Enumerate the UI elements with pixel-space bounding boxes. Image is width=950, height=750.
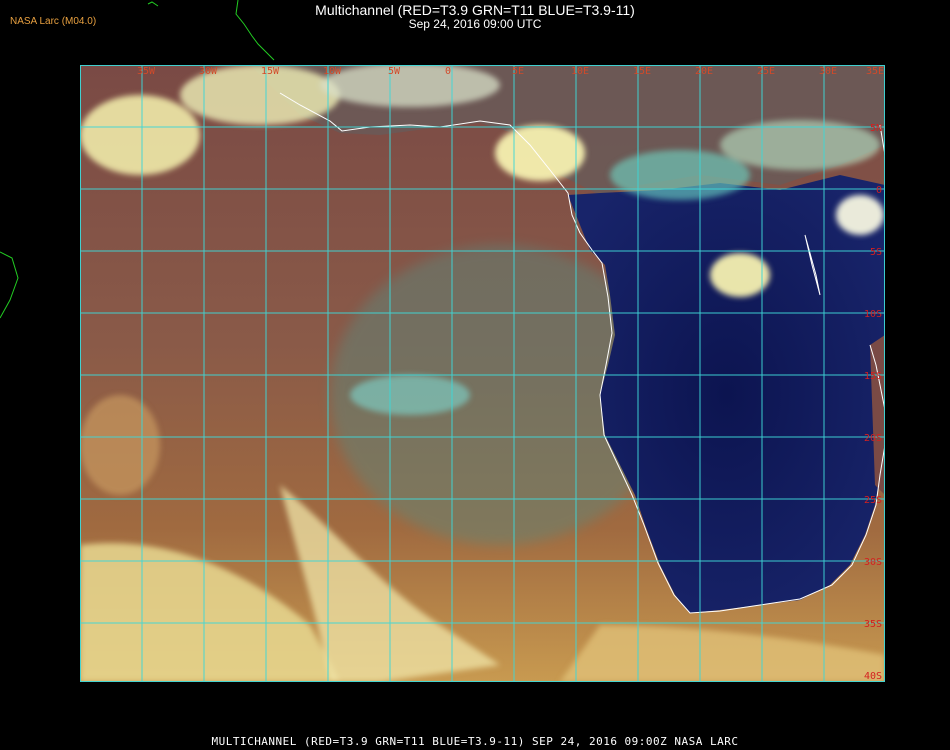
lon-label: 5W [388,66,401,77]
lon-label: 25E [757,66,775,77]
lat-label: 30S [864,557,882,568]
lon-label: 20E [695,66,713,77]
lon-label: 30W [199,66,218,77]
cloud-n2 [320,65,500,107]
lat-label: 40S [864,671,882,682]
lat-label: 10S [864,309,882,320]
footer-caption: MULTICHANNEL (RED=T3.9 GRN=T11 BLUE=T3.9… [211,735,739,748]
image-title: Multichannel (RED=T3.9 GRN=T11 BLUE=T3.9… [0,3,950,31]
cloud-central [710,253,770,297]
lat-label: 35S [864,619,882,630]
lon-label: 15E [633,66,651,77]
lon-label: 35W [137,66,156,77]
lon-label: 5E [512,66,524,77]
cloud-sw-2 [80,395,160,495]
lon-label: 10W [323,66,342,77]
lon-label: 0 [445,66,451,77]
lat-label: 0 [876,185,882,196]
lon-label: 15W [261,66,280,77]
lat-label: 15S [864,371,882,382]
lat-label: 25S [864,495,882,506]
title-line: Multichannel (RED=T3.9 GRN=T11 BLUE=T3.9… [315,2,635,18]
datetime-line: Sep 24, 2016 09:00 UTC [408,17,542,31]
cloud-nw [80,95,200,175]
cloud-east [836,195,884,235]
cloud-teal-1 [610,150,750,200]
lat-label: 20S [864,433,882,444]
cloud-gulf [495,125,585,181]
lon-label: 30E [819,66,837,77]
lat-label: 5N [870,123,882,134]
lat-label: 5S [870,247,882,258]
lon-label: 35E [866,66,884,77]
lon-label: 10E [571,66,589,77]
satellite-map: 35W 30W 15W 10W 5W 0 5E 10E 15E 20E 25E … [80,65,885,682]
